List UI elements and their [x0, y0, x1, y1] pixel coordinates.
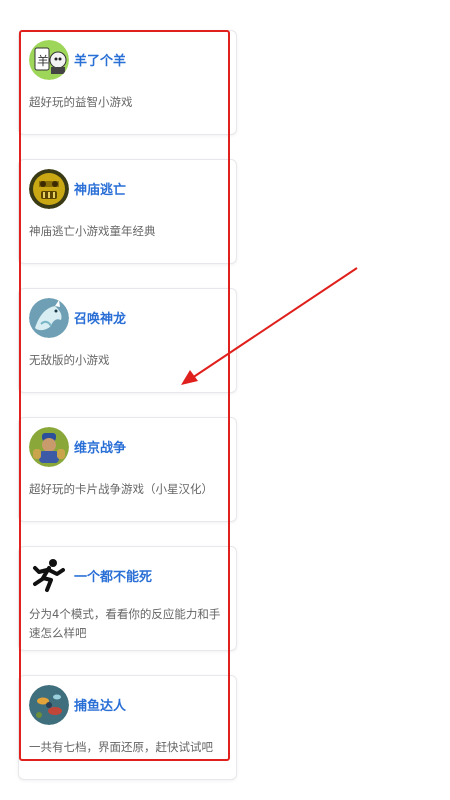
temple-run-icon	[29, 169, 69, 209]
dragon-game-icon	[29, 298, 69, 338]
game-title[interactable]: 召唤神龙	[74, 308, 126, 327]
game-description: 超好玩的益智小游戏	[29, 95, 133, 109]
game-description: 一共有七档，界面还原，赶快试试吧	[29, 740, 213, 754]
sheep-game-icon: 羊	[29, 40, 69, 80]
game-description: 分为4个模式，看看你的反应能力和手速怎么样吧	[29, 607, 221, 640]
game-title[interactable]: 神庙逃亡	[74, 179, 126, 198]
game-card-temple-run[interactable]: 神庙逃亡 神庙逃亡小游戏童年经典	[18, 159, 237, 264]
game-card-dragon[interactable]: 召唤神龙 无敌版的小游戏	[18, 288, 237, 393]
game-card-viking[interactable]: 维京战争 超好玩的卡片战争游戏（小星汉化）	[18, 417, 237, 522]
game-title[interactable]: 羊了个羊	[74, 50, 126, 69]
fishing-game-icon	[29, 685, 69, 725]
game-title[interactable]: 维京战争	[74, 437, 126, 456]
game-description: 无敌版的小游戏	[29, 353, 110, 367]
game-card-sheep[interactable]: 羊 羊了个羊 超好玩的益智小游戏	[18, 30, 237, 135]
highlight-box	[19, 30, 230, 761]
game-description: 神庙逃亡小游戏童年经典	[29, 224, 156, 238]
game-card-none-can-die[interactable]: 一个都不能死 分为4个模式，看看你的反应能力和手速怎么样吧	[18, 546, 237, 651]
game-title[interactable]: 捕鱼达人	[74, 695, 126, 714]
game-description: 超好玩的卡片战争游戏（小星汉化）	[29, 482, 213, 496]
running-man-icon	[29, 556, 69, 596]
svg-text:羊: 羊	[37, 53, 49, 68]
game-card-fishing[interactable]: 捕鱼达人 一共有七档，界面还原，赶快试试吧	[18, 675, 237, 780]
game-title[interactable]: 一个都不能死	[74, 566, 152, 585]
viking-war-icon	[29, 427, 69, 467]
